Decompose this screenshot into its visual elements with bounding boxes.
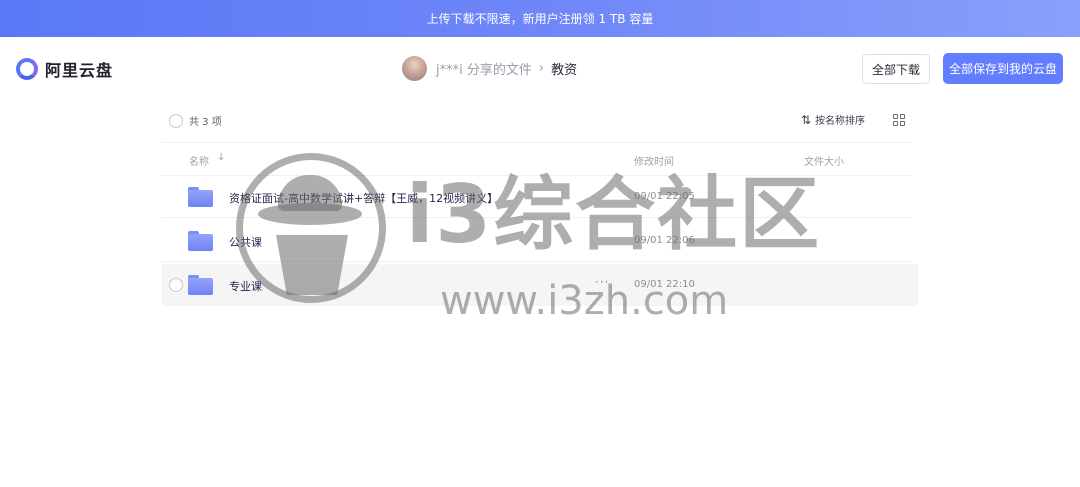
column-header-size[interactable]: 文件大小 — [804, 153, 844, 168]
select-all-checkbox[interactable] — [169, 114, 183, 128]
aliyun-drive-logo-icon — [16, 58, 38, 80]
file-modified: 09/01 22:10 — [634, 279, 695, 290]
file-modified: 09/01 22:06 — [634, 235, 695, 246]
sort-label: 按名称排序 — [815, 116, 866, 127]
promo-banner[interactable]: 上传下载不限速，新用户注册领 1 TB 容量 — [0, 0, 1080, 37]
divider — [162, 142, 912, 143]
item-count: 共 3 项 — [189, 117, 222, 128]
file-name[interactable]: 资格证面试-高中数学试讲+答辩【王威，12视频讲义】 — [229, 190, 498, 206]
folder-icon — [188, 275, 213, 295]
download-all-button[interactable]: 全部下载 — [862, 54, 930, 84]
file-modified: 09/01 22:05 — [634, 191, 695, 202]
grid-view-icon[interactable] — [893, 114, 905, 126]
sort-icon: ⇅ — [801, 112, 812, 127]
column-header-modified[interactable]: 修改时间 — [634, 153, 674, 168]
row-checkbox[interactable] — [169, 278, 183, 292]
header: 阿里云盘 j***i 分享的文件 › 教资 全部下载 全部保存到我的云盘 — [0, 37, 1080, 100]
sort-by-name-button[interactable]: ⇅ 按名称排序 — [801, 112, 866, 128]
folder-icon — [188, 187, 213, 207]
avatar — [402, 55, 427, 81]
logo-text: 阿里云盘 — [45, 61, 114, 80]
divider — [162, 217, 912, 218]
table-row[interactable]: 资格证面试-高中数学试讲+答辩【王威，12视频讲义】 09/01 22:05 — [162, 176, 918, 218]
promo-banner-text[interactable]: 上传下载不限速，新用户注册领 1 TB 容量 — [427, 10, 654, 27]
table-header: 名称 ↓ 修改时间 文件大小 — [162, 148, 912, 172]
file-name[interactable]: 公共课 — [229, 234, 262, 250]
logo[interactable]: 阿里云盘 — [16, 57, 113, 81]
sort-down-arrow-icon[interactable]: ↓ — [217, 152, 225, 163]
file-name[interactable]: 专业课 — [229, 278, 262, 294]
divider — [162, 261, 912, 262]
more-actions-icon[interactable]: ··· — [595, 275, 609, 289]
save-all-to-drive-button[interactable]: 全部保存到我的云盘 — [943, 53, 1063, 84]
column-header-name[interactable]: 名称 — [189, 153, 209, 168]
table-row[interactable]: 公共课 09/01 22:06 — [162, 220, 918, 262]
breadcrumb-current-folder: 教资 — [551, 62, 578, 78]
breadcrumb-sharer[interactable]: j***i 分享的文件 — [436, 59, 532, 78]
table-row[interactable]: 专业课 ··· 09/01 22:10 — [162, 264, 918, 306]
list-toolbar: 共 3 项 ⇅ 按名称排序 — [162, 108, 917, 134]
folder-icon — [188, 231, 213, 251]
breadcrumb: j***i 分享的文件 › 教资 — [402, 55, 577, 81]
breadcrumb-separator-icon: › — [538, 60, 545, 76]
